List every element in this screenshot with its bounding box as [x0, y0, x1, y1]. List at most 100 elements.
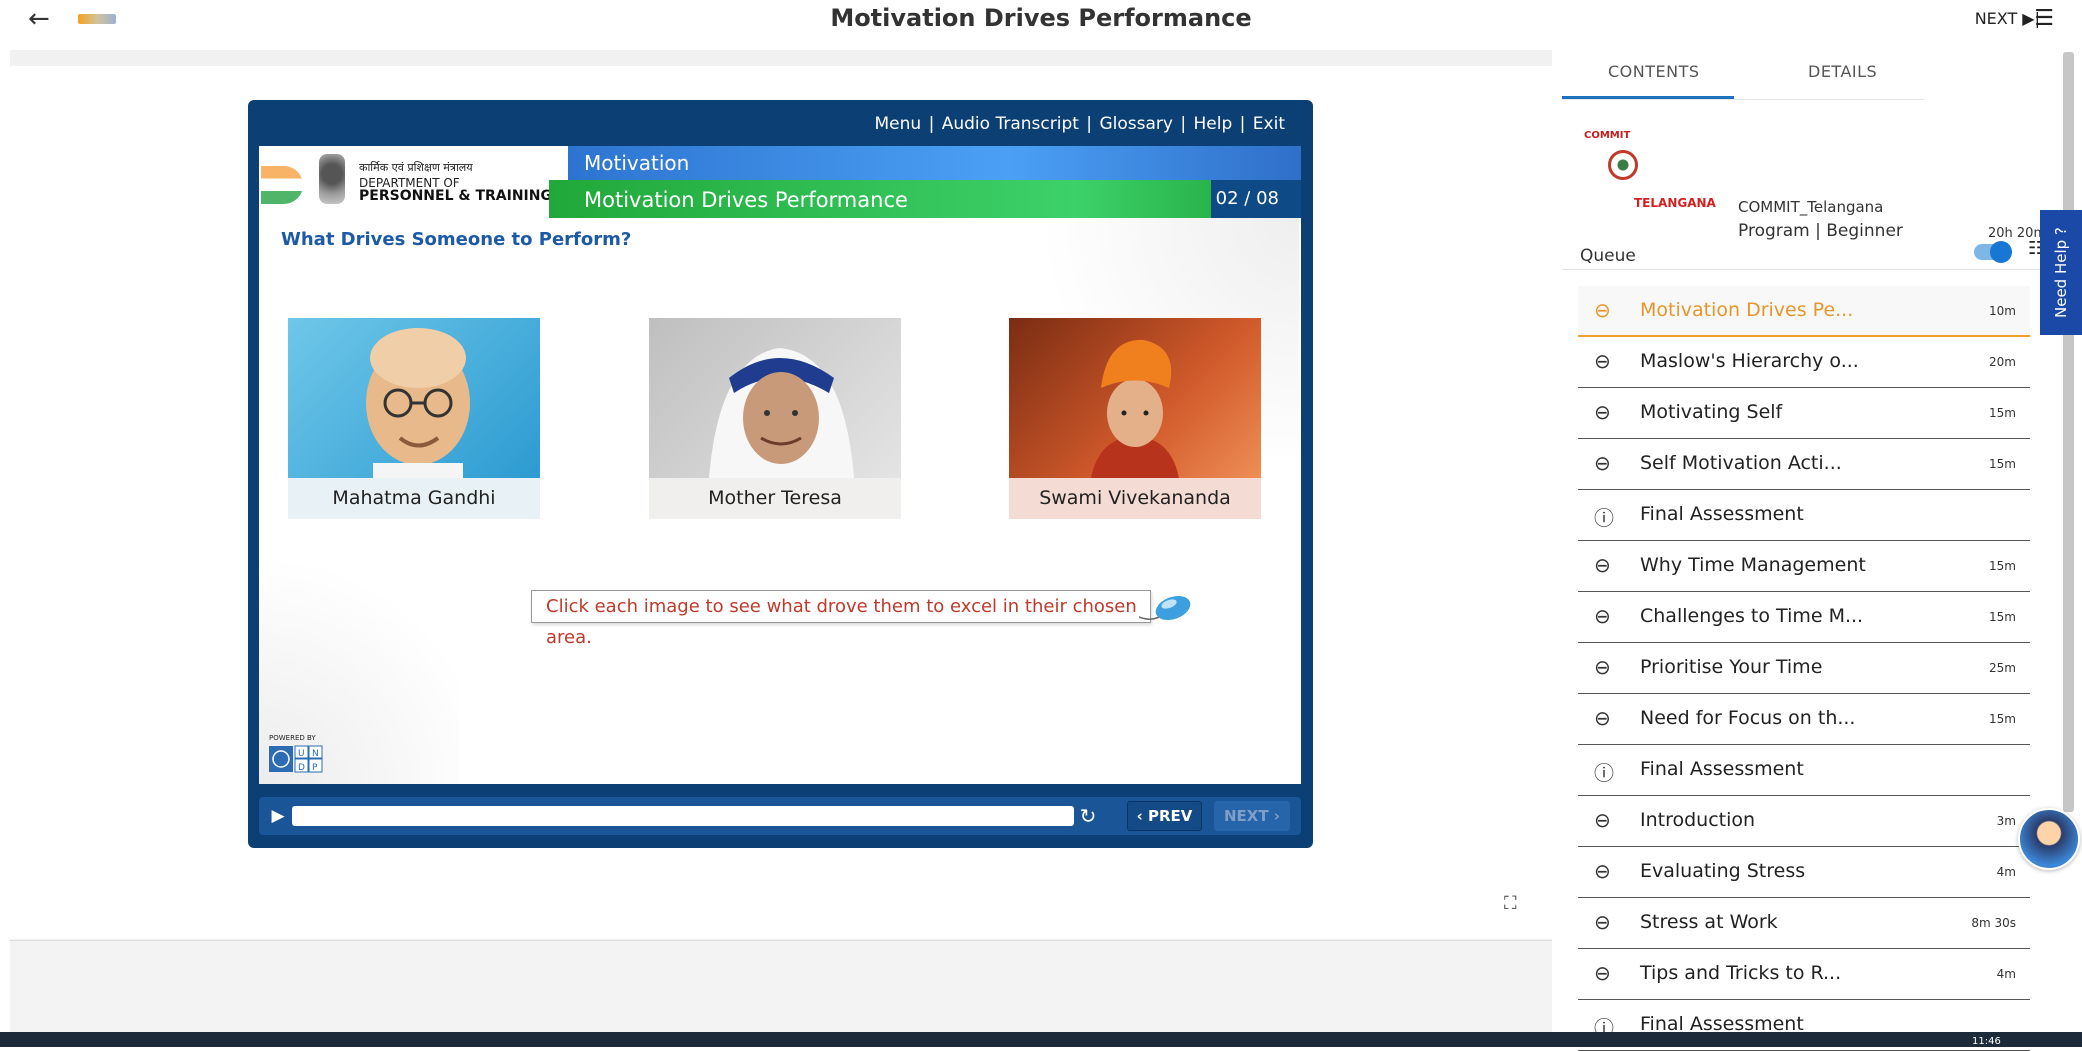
queue-label: Queue [1580, 246, 1636, 266]
queue-item[interactable]: ⊖ Motivating Self 15m [1578, 388, 2030, 439]
queue-toggle[interactable] [1974, 241, 2012, 263]
tab-details[interactable]: DETAILS [1808, 62, 1877, 81]
queue-item-duration: 15m [1989, 457, 2016, 471]
next-button[interactable]: NEXT › [1214, 801, 1290, 831]
top-next-label[interactable]: NEXT ▶| [1975, 9, 2040, 28]
page-title: Motivation Drives Performance [830, 4, 1252, 32]
question-icon: ⓘ [1594, 761, 1614, 785]
queue-item-title: Final Assessment [1640, 503, 1804, 525]
queue-item[interactable]: ⊖ Motivation Drives Pe... 10m [1578, 286, 2030, 337]
queue-item-title: Need for Focus on th... [1640, 707, 1856, 729]
link-icon: ⊖ [1594, 655, 1611, 679]
hamburger-icon[interactable]: ☰ [2034, 6, 2054, 31]
top-bar: ← Motivation Drives Performance NEXT ▶| … [0, 0, 2082, 38]
queue-item[interactable]: ⊖ Introduction 3m [1578, 796, 2030, 847]
svg-text:P: P [312, 763, 318, 773]
glossary-link[interactable]: Glossary [1099, 114, 1172, 134]
exit-link[interactable]: Exit [1253, 114, 1285, 134]
queue-item-duration: 25m [1989, 661, 2016, 675]
queue-item[interactable]: ⊖ Challenges to Time M... 15m [1578, 592, 2030, 643]
link-icon: ⊖ [1594, 961, 1611, 985]
queue-item-duration: 15m [1989, 406, 2016, 420]
taskbar-clock: 11:46 [1972, 1036, 2001, 1047]
queue-item-duration: 20m [1989, 355, 2016, 369]
queue-item[interactable]: ⊖ Need for Focus on th... 15m [1578, 694, 2030, 745]
slide: कार्मिक एवं प्रशिक्षण मंत्रालय DEPARTMEN… [259, 146, 1301, 784]
queue-item[interactable]: ⊖ Tips and Tricks to R... 4m [1578, 949, 2030, 1000]
svg-text:N: N [312, 749, 319, 759]
queue-item-duration: 15m [1989, 712, 2016, 726]
scrollbar-thumb[interactable] [2063, 52, 2074, 812]
link-icon: ⊖ [1594, 553, 1611, 577]
program-meta: Program | Beginner [1738, 221, 1903, 241]
queue-item[interactable]: ⊖ Why Time Management 15m [1578, 541, 2030, 592]
assistant-avatar[interactable] [2018, 808, 2080, 870]
play-icon[interactable]: ▶ [265, 802, 291, 830]
queue-item-title: Tips and Tricks to R... [1640, 962, 1842, 984]
person-caption[interactable]: Swami Vivekananda [1009, 478, 1261, 519]
queue-item[interactable]: ⊖ Evaluating Stress 4m [1578, 847, 2030, 898]
progress-bar[interactable] [292, 806, 1074, 826]
person-card-gandhi[interactable]: Mahatma Gandhi [288, 318, 540, 519]
queue-item[interactable]: ⊖ Prioritise Your Time 25m [1578, 643, 2030, 694]
queue-item[interactable]: ⊖ Maslow's Hierarchy o... 20m [1578, 337, 2030, 388]
queue-item-duration: 8m 30s [1971, 916, 2016, 930]
queue-item-title: Challenges to Time M... [1640, 605, 1864, 627]
page-count: 02 / 08 [1215, 188, 1279, 209]
link-icon: ⊖ [1594, 808, 1611, 832]
prev-button[interactable]: ‹ PREV [1127, 801, 1202, 831]
program-name: COMMIT_Telangana [1738, 198, 1884, 216]
powered-by-label: POWERED BY [269, 734, 316, 742]
undp-logo: U N D P [269, 744, 325, 774]
queue-item-duration: 10m [1989, 304, 2016, 318]
audio-transcript-link[interactable]: Audio Transcript [942, 114, 1079, 134]
replay-icon[interactable]: ↻ [1074, 802, 1102, 830]
course-sidebar: CONTENTS DETAILS COMMIT TELANGANA COMMIT… [1562, 38, 2058, 1051]
vivekananda-portrait[interactable] [1009, 318, 1261, 478]
help-link[interactable]: Help [1193, 114, 1232, 134]
question-icon: ⓘ [1594, 506, 1614, 530]
active-tab-indicator [1562, 96, 1734, 99]
queue-item-title: Evaluating Stress [1640, 860, 1806, 882]
queue-item[interactable]: ⓘ Final Assessment [1578, 490, 2030, 541]
person-caption[interactable]: Mother Teresa [649, 478, 901, 519]
tab-contents[interactable]: CONTENTS [1608, 62, 1700, 81]
department-logo: कार्मिक एवं प्रशिक्षण मंत्रालय DEPARTMEN… [259, 146, 568, 216]
queue-item-duration: 4m [1996, 967, 2016, 981]
queue-item-title: Motivating Self [1640, 401, 1783, 423]
os-taskbar [0, 1032, 2082, 1047]
slide-question: What Drives Someone to Perform? [281, 229, 632, 250]
svg-text:U: U [298, 749, 305, 759]
gandhi-portrait[interactable] [288, 318, 540, 478]
mouse-icon [1136, 590, 1193, 624]
national-emblem-icon [319, 154, 345, 204]
link-icon: ⊖ [1594, 604, 1611, 628]
link-icon: ⊖ [1594, 400, 1611, 424]
teresa-portrait[interactable] [649, 318, 901, 478]
queue-item-title: Final Assessment [1640, 758, 1804, 780]
queue-item[interactable]: ⊖ Self Motivation Acti... 15m [1578, 439, 2030, 490]
queue-item-duration: 15m [1989, 559, 2016, 573]
player-menu-links: Menu | Audio Transcript | Glossary | Hel… [874, 114, 1286, 134]
need-help-button[interactable]: Need Help ? [2040, 210, 2082, 335]
queue-item-duration: 15m [1989, 610, 2016, 624]
person-caption[interactable]: Mahatma Gandhi [288, 478, 540, 519]
person-card-vivekananda[interactable]: Swami Vivekananda [1009, 318, 1261, 519]
menu-link[interactable]: Menu [875, 114, 922, 134]
top-next-button[interactable]: NEXT ▶| [1975, 9, 2040, 28]
player-controls: ▶ ↻ ‹ PREV NEXT › [259, 797, 1301, 835]
fullscreen-icon[interactable]: ⛶ [1504, 893, 1517, 914]
department-hindi-name: कार्मिक एवं प्रशिक्षण मंत्रालय [359, 161, 473, 174]
module-title: Motivation [584, 151, 690, 175]
svg-text:D: D [298, 763, 305, 773]
queue-item-title: Motivation Drives Pe... [1640, 299, 1854, 321]
link-icon: ⊖ [1594, 349, 1611, 373]
link-icon: ⊖ [1594, 298, 1611, 322]
queue-item-duration: 4m [1996, 865, 2016, 879]
queue-item[interactable]: ⊖ Stress at Work 8m 30s [1578, 898, 2030, 949]
bottom-strip [10, 940, 1552, 1032]
person-card-teresa[interactable]: Mother Teresa [649, 318, 901, 519]
queue-item-title: Self Motivation Acti... [1640, 452, 1842, 474]
course-player: Menu | Audio Transcript | Glossary | Hel… [248, 100, 1313, 848]
queue-item[interactable]: ⓘ Final Assessment [1578, 745, 2030, 796]
